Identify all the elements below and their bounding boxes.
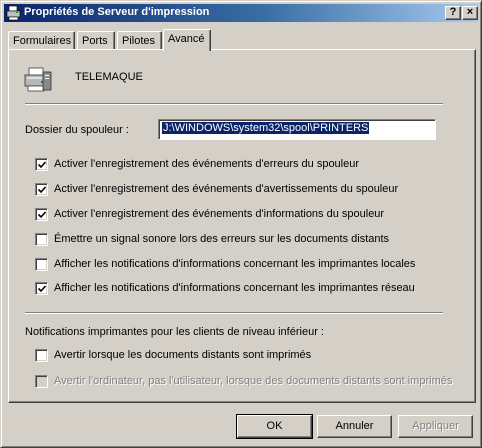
- cancel-button[interactable]: Annuler: [317, 415, 392, 438]
- checkbox-notify-local[interactable]: [35, 258, 48, 271]
- option-label: Activer l'enregistrement des événements …: [54, 208, 385, 220]
- checkbox-beep-remote-errors[interactable]: [35, 233, 48, 246]
- print-server-icon: [6, 5, 21, 21]
- check-icon: [38, 161, 46, 169]
- checkbox-log-errors[interactable]: [35, 158, 48, 171]
- option-label: Émettre un signal sonore lors des erreur…: [54, 233, 390, 245]
- check-icon: [38, 211, 46, 219]
- spooler-folder-value: J:\WINDOWS\system32\spool\PRINTERS: [162, 122, 370, 134]
- dialog-window: Propriétés de Serveur d'impression ? × F…: [0, 0, 482, 448]
- checkbox-notify-network[interactable]: [35, 282, 48, 295]
- apply-button: Appliquer: [398, 415, 473, 438]
- option-label: Afficher les notifications d'information…: [54, 258, 416, 270]
- close-button[interactable]: ×: [462, 6, 478, 20]
- window-title: Propriétés de Serveur d'impression: [24, 6, 210, 18]
- print-server-icon: [24, 67, 52, 92]
- checkbox-notify-remote-printed[interactable]: [35, 349, 48, 362]
- check-icon: [38, 186, 46, 194]
- downlevel-section-label: Notifications imprimantes pour les clien…: [25, 326, 324, 338]
- separator: [25, 312, 443, 314]
- title-bar[interactable]: Propriétés de Serveur d'impression ? ×: [4, 4, 478, 22]
- option-label: Afficher les notifications d'information…: [54, 282, 415, 294]
- option-label: Activer l'enregistrement des événements …: [54, 158, 360, 170]
- tab-avance[interactable]: Avancé: [163, 29, 211, 51]
- tab-formulaires[interactable]: Formulaires: [8, 31, 75, 51]
- option-label: Avertir lorsque les documents distants s…: [54, 349, 312, 361]
- option-label: Avertir l'ordinateur, pas l'utilisateur,…: [54, 375, 453, 387]
- checkbox-log-info[interactable]: [35, 208, 48, 221]
- help-button[interactable]: ?: [445, 6, 461, 20]
- checkbox-log-warnings[interactable]: [35, 183, 48, 196]
- spooler-folder-input[interactable]: J:\WINDOWS\system32\spool\PRINTERS: [158, 119, 436, 140]
- ok-button[interactable]: OK: [236, 414, 313, 439]
- spooler-folder-label: Dossier du spouleur :: [25, 124, 129, 136]
- tab-ports[interactable]: Ports: [77, 31, 115, 51]
- separator: [25, 103, 443, 105]
- checkbox-notify-computer: [35, 375, 48, 388]
- server-name: TELEMAQUE: [75, 71, 143, 83]
- tab-pilotes[interactable]: Pilotes: [117, 31, 162, 51]
- option-label: Activer l'enregistrement des événements …: [54, 183, 399, 195]
- check-icon: [38, 285, 46, 293]
